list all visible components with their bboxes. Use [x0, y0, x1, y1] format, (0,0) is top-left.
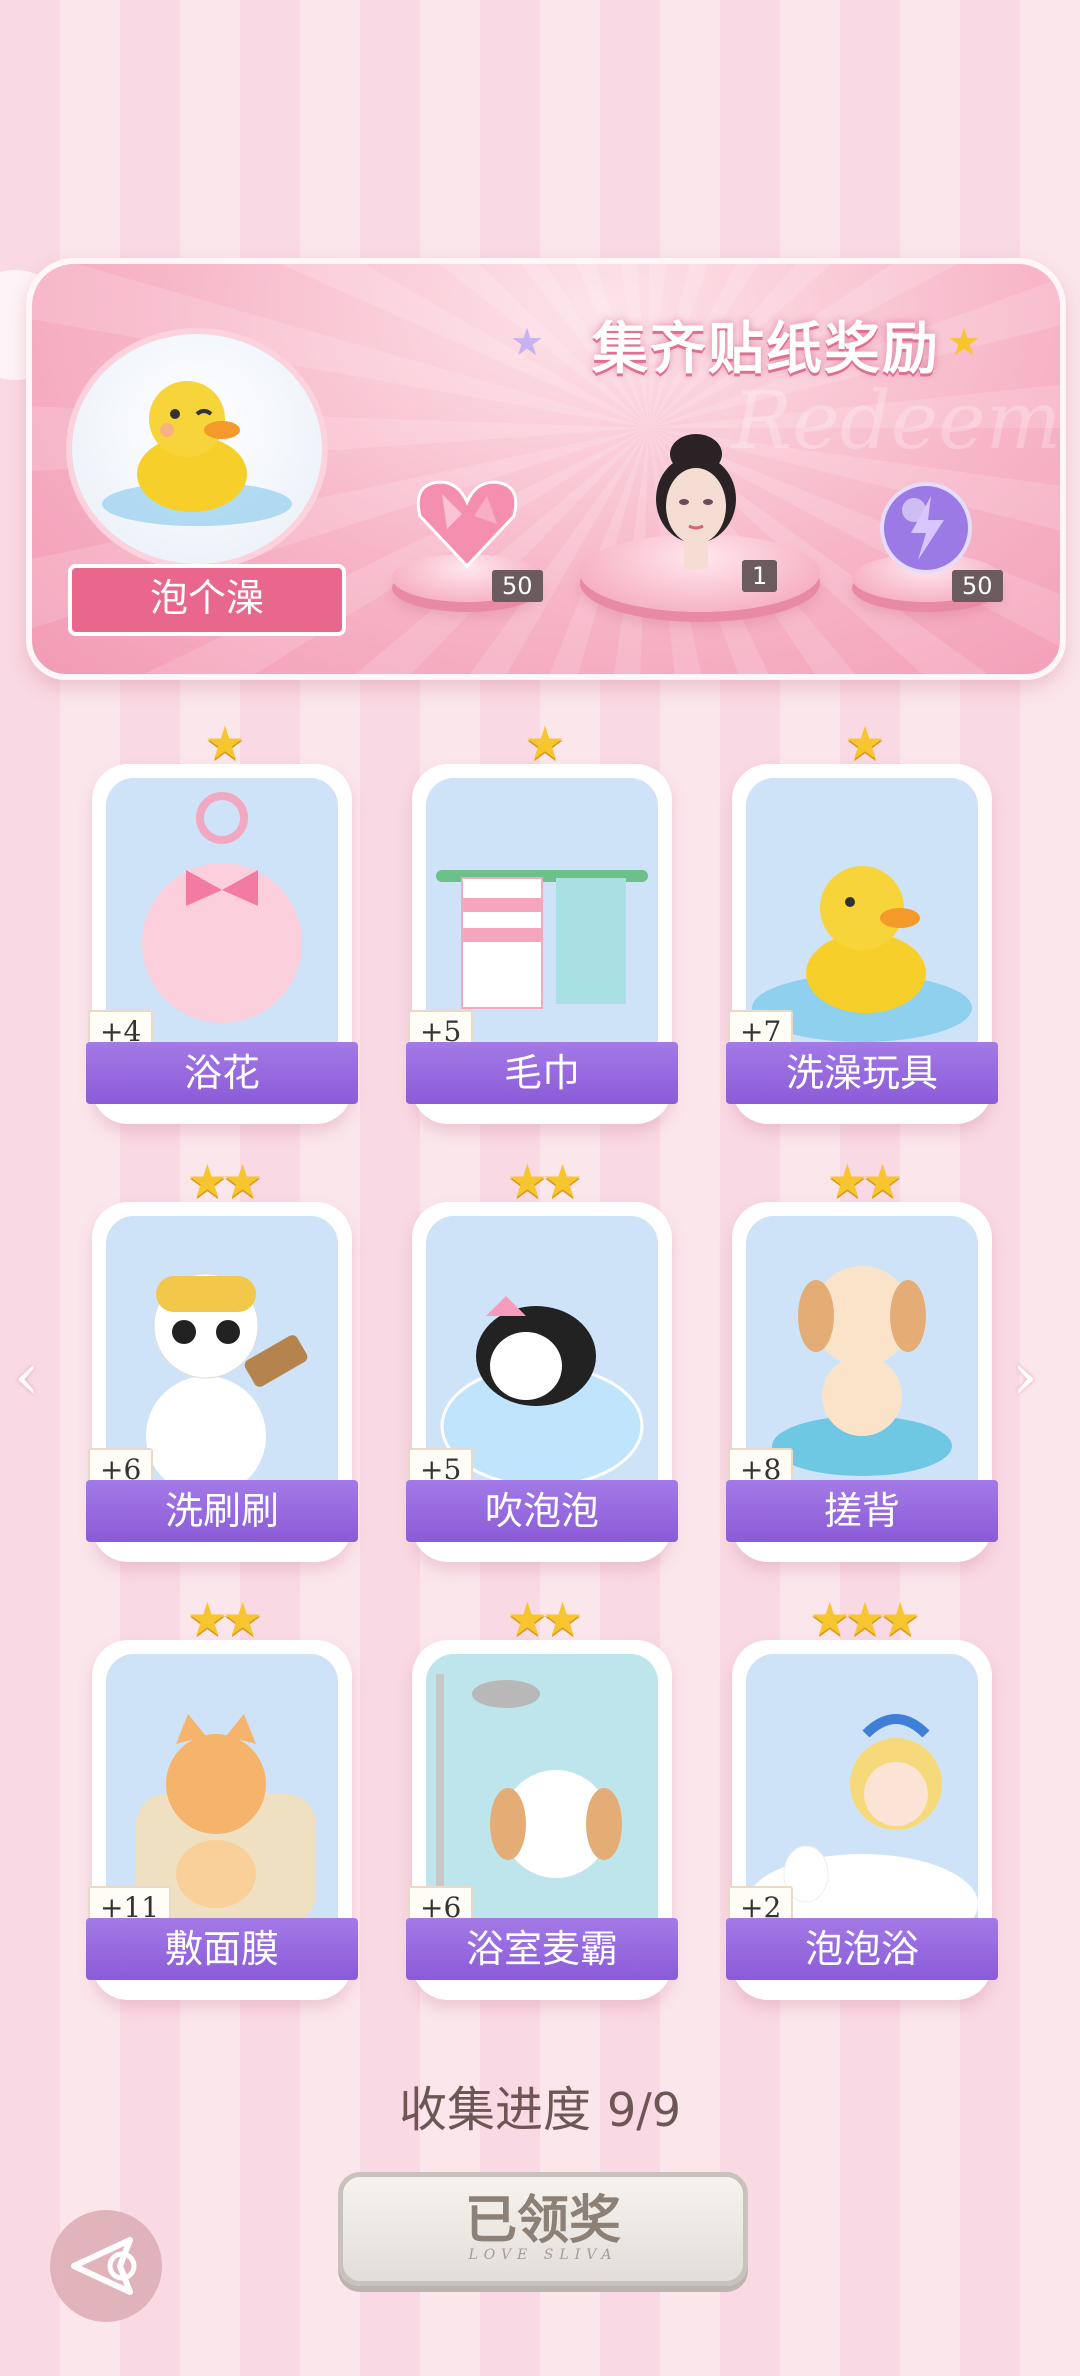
- rating-stars-icon: ★★: [506, 1154, 583, 1208]
- sticker-card-frame: +8 搓背: [726, 1202, 998, 1562]
- prev-page-arrow[interactable]: ‹: [14, 1340, 40, 1414]
- sticker-label: 洗澡玩具: [726, 1042, 998, 1104]
- sticker-card-frame: +5 毛巾: [406, 764, 678, 1124]
- sticker-card-frame: +6 浴室麦霸: [406, 1640, 678, 2000]
- sticker-card[interactable]: ★★ +8 搓背: [726, 1154, 998, 1562]
- theme-duck-icon: [72, 334, 322, 564]
- claimed-button-sublabel: LOVE SLIVA: [468, 2247, 618, 2263]
- collection-progress: 收集进度 9/9: [0, 2070, 1080, 2140]
- progress-label: 收集进度: [398, 2082, 591, 2138]
- theme-label: 泡个澡: [68, 564, 346, 636]
- reward-banner: Redeem ★ ★ 集齐贴纸奖励 泡个澡 50 1 50: [26, 258, 1066, 680]
- sticker-card[interactable]: ★★★ +2 泡泡浴: [726, 1592, 998, 2000]
- sticker-card[interactable]: ★★ +6 浴室麦霸: [406, 1592, 678, 2000]
- rating-stars-icon: ★: [204, 716, 245, 770]
- back-arrow-icon: [71, 2237, 137, 2295]
- sticker-card-frame: +6 洗刷刷: [86, 1202, 358, 1562]
- sticker-label: 泡泡浴: [726, 1918, 998, 1980]
- banner-watermark: Redeem: [732, 374, 1062, 467]
- rating-stars-icon: ★★: [186, 1154, 263, 1208]
- sticker-card-frame: +7 洗澡玩具: [726, 764, 998, 1124]
- sticker-label: 浴花: [86, 1042, 358, 1104]
- star-icon: ★: [510, 320, 545, 364]
- sticker-label: 搓背: [726, 1480, 998, 1542]
- sticker-card[interactable]: ★★ +5 吹泡泡: [406, 1154, 678, 1562]
- sticker-card[interactable]: ★ +5 毛巾: [406, 716, 678, 1124]
- back-button[interactable]: [50, 2210, 162, 2322]
- sticker-card[interactable]: ★ +4 浴花: [86, 716, 358, 1124]
- rating-stars-icon: ★★: [826, 1154, 903, 1208]
- rating-stars-icon: ★★: [506, 1592, 583, 1646]
- sticker-label: 毛巾: [406, 1042, 678, 1104]
- heart-gem-icon: [412, 474, 522, 578]
- reward-count: 1: [742, 560, 778, 592]
- sticker-card[interactable]: ★★ +6 洗刷刷: [86, 1154, 358, 1562]
- claimed-button-label: 已领奖: [464, 2190, 621, 2251]
- progress-value: 9/9: [606, 2083, 682, 2137]
- reward-count: 50: [492, 570, 543, 602]
- sticker-label: 洗刷刷: [86, 1480, 358, 1542]
- sticker-card[interactable]: ★ +7 洗澡玩具: [726, 716, 998, 1124]
- sticker-label: 敷面膜: [86, 1918, 358, 1980]
- rating-stars-icon: ★★★: [809, 1592, 921, 1646]
- sticker-card-frame: +5 吹泡泡: [406, 1202, 678, 1562]
- sticker-card-frame: +11 敷面膜: [86, 1640, 358, 2000]
- rating-stars-icon: ★★: [186, 1592, 263, 1646]
- next-page-arrow[interactable]: ›: [1012, 1340, 1038, 1414]
- sticker-label: 浴室麦霸: [406, 1918, 678, 1980]
- reward-count: 50: [952, 570, 1003, 602]
- rating-stars-icon: ★: [844, 716, 885, 770]
- lightning-orb-icon: [876, 478, 976, 582]
- sticker-card[interactable]: ★★ +11 敷面膜: [86, 1592, 358, 2000]
- banner-title: 集齐贴纸奖励: [592, 317, 940, 382]
- sticker-card-frame: +2 泡泡浴: [726, 1640, 998, 2000]
- sticker-label: 吹泡泡: [406, 1480, 678, 1542]
- star-icon: ★: [947, 320, 982, 364]
- claimed-button[interactable]: 已领奖 LOVE SLIVA: [338, 2172, 748, 2286]
- avatar-portrait-icon: [636, 434, 756, 578]
- rating-stars-icon: ★: [524, 716, 565, 770]
- sticker-card-frame: +4 浴花: [86, 764, 358, 1124]
